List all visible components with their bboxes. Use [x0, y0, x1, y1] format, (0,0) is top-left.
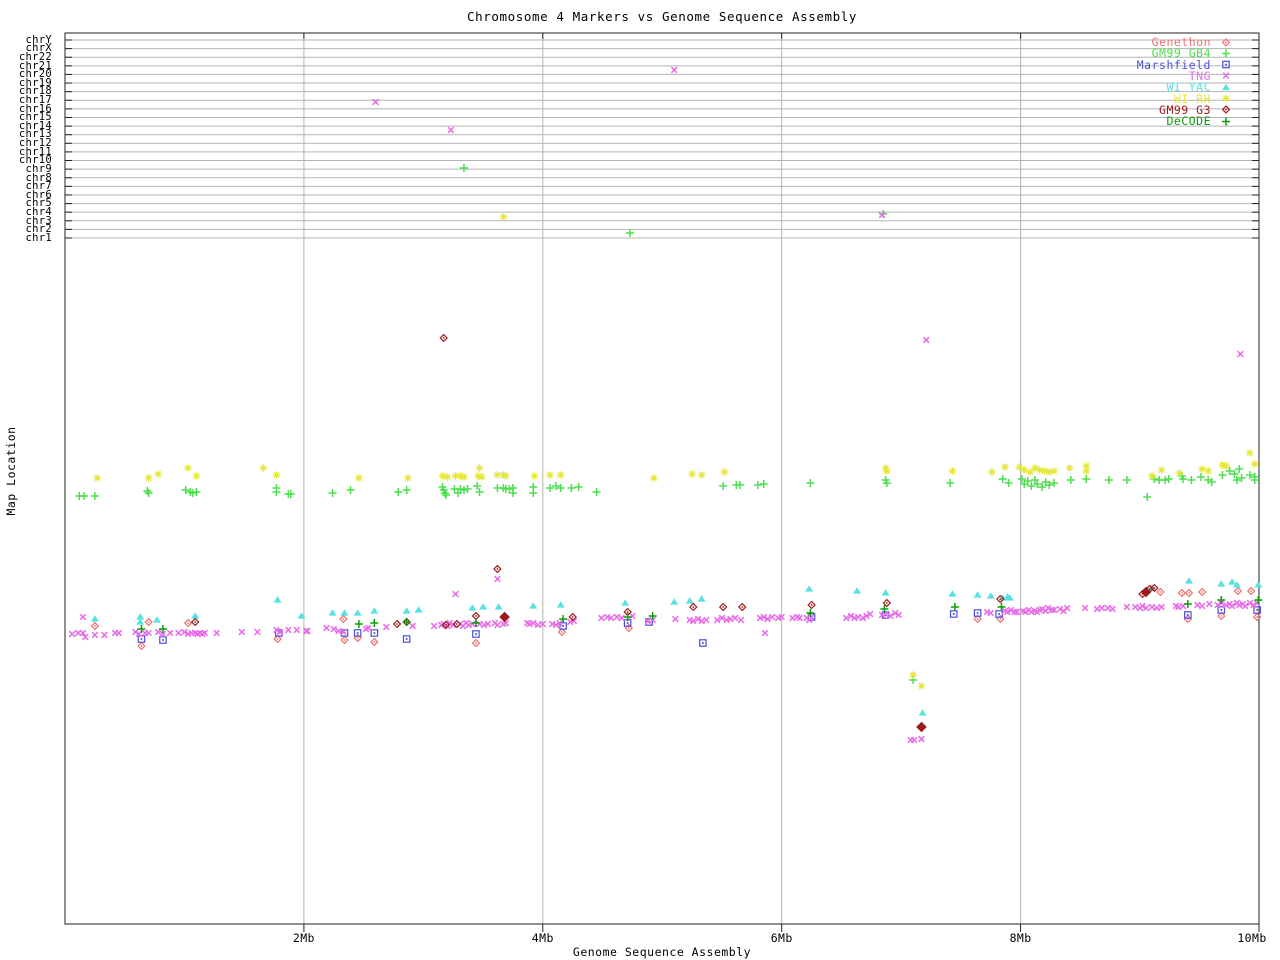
- chromosome-axis-labels: chrY chrX chr22 chr21 chr20 chr19 chr18 chr17 ch…: [0, 0, 58, 300]
- chromosome-map-chart: Chromosome 4 Markers vs Genome Sequence …: [0, 0, 1280, 960]
- series-gb4: [75, 164, 1259, 684]
- series-tng: [68, 66, 1261, 744]
- plot-area: [64, 32, 1263, 932]
- x-axis-tick-label: 6Mb: [770, 931, 793, 945]
- y-axis-chromosome-label: chr1: [25, 231, 52, 244]
- x-axis-label: Genome Sequence Assembly: [572, 945, 752, 959]
- x-axis-tick-label: 2Mb: [292, 931, 315, 945]
- series-marshfield: [137, 606, 1261, 647]
- x-axis-tick-label: 4Mb: [531, 931, 554, 945]
- series-yac: [90, 577, 1263, 716]
- series-g3: [190, 333, 1159, 733]
- x-axis-tick-label: 10Mb: [1237, 931, 1267, 945]
- x-axis-tick-label: 8Mb: [1009, 931, 1032, 945]
